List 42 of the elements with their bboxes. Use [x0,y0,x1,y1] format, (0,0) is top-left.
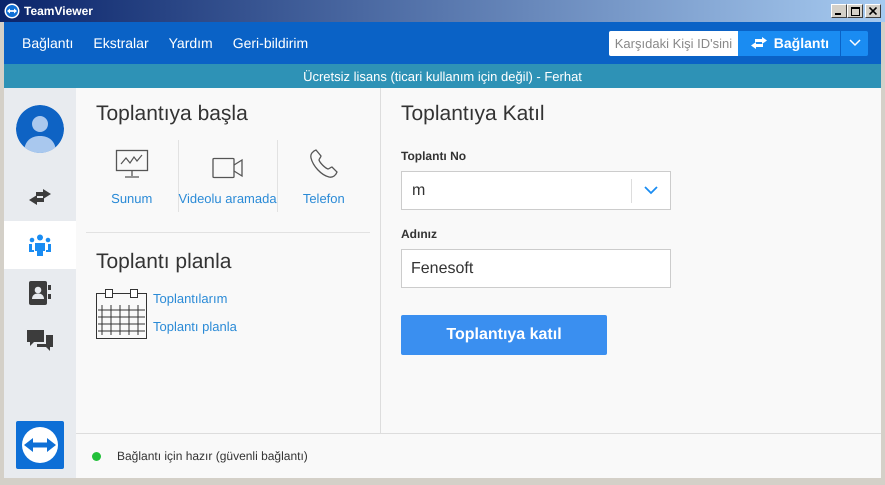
meeting-id-combo[interactable]: m [401,171,671,210]
menu-item[interactable]: Ekstralar [83,35,159,51]
meeting-option[interactable]: Videolu aramada [178,140,278,212]
app-logo-icon [4,3,20,19]
status-text: Bağlantı için hazır (güvenli bağlantı) [117,449,308,463]
monitor-chart-icon [114,149,149,179]
menu-item[interactable]: Bağlantı [12,35,84,51]
chevron-down-icon [848,39,860,47]
join-meeting-button[interactable]: Toplantıya katıl [401,315,607,355]
field-label: Toplantı No [401,149,468,163]
close-button[interactable] [865,4,881,18]
connect-button[interactable]: Bağlantı [738,30,840,56]
chat-icon [27,330,53,352]
avatar-icon[interactable] [16,105,64,153]
partner-id-field[interactable]: Karşıdaki Kişi ID'sini [608,30,738,56]
chevron-down-icon[interactable] [644,186,658,195]
maximize-icon [850,6,860,16]
menu-item[interactable]: Geri-bildirim [222,35,318,51]
link[interactable]: Toplantı planla [153,319,237,334]
maximize-button[interactable] [847,4,863,18]
video-camera-icon [212,157,244,179]
close-icon [869,7,877,15]
license-text: Ücretsiz lisans (ticari kullanım için değil) - Ferhat [303,68,582,84]
contact-book-icon [29,281,51,305]
minimize-button[interactable] [831,4,847,18]
section-title: Toplantıya Katıl [401,102,546,126]
arrows-icon [28,189,52,205]
group-icon [28,234,52,256]
section-title: Toplantı planla [95,250,232,274]
window-title: TeamViewer [24,4,94,18]
meeting-option[interactable]: Telefon [278,140,370,212]
logo-icon[interactable] [16,421,64,469]
arrows-icon [750,37,768,49]
phone-icon [308,149,339,179]
dropdown-button[interactable] [840,30,868,56]
menu-item[interactable]: Yardım [158,35,223,51]
name-field[interactable]: Fenesoft [401,249,671,288]
link[interactable]: Toplantılarım [153,291,237,306]
calendar-icon [96,288,147,339]
meeting-option[interactable]: Sunum [86,140,179,212]
section-title: Toplantıya başla [95,102,249,126]
field-label: Adınız [401,227,438,241]
